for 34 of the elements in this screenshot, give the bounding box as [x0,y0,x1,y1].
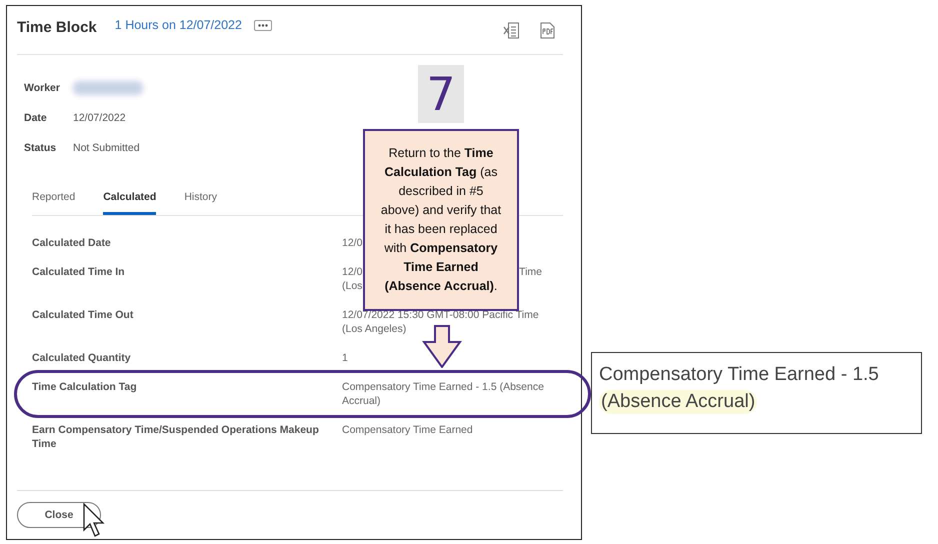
row-value: 12/0 [342,236,362,250]
row-label: Calculated Date [32,236,112,250]
row-label: Earn Compensatory Time/Suspended Operations Makeup Time [32,423,320,451]
zoomed-value: Compensatory Time Earned - 1.5 [599,364,879,386]
down-arrow-icon [422,325,462,368]
field-value: 12/07/2022 [73,112,126,124]
callout-text: Return to the Time Calculation Tag (as described in #5 above) and verify that it has been replaced with Compensatory Time Earned (Absence Accrual). [380,145,502,295]
row-value: (Los Angeles) [342,322,406,336]
row-label: Calculated Time In [32,265,126,280]
row-value: Compensatory Time Earned [342,423,473,437]
field-label: Worker [24,82,61,94]
row-value: Accrual) [342,394,381,408]
date-link[interactable]: 1 Hours on 12/07/2022 [114,18,242,32]
row-value: Compensatory Time Earned - 1.5 (Absence [342,380,544,394]
row-value: 12/0 [342,265,362,279]
row-value: Time [519,265,542,279]
row-value: 12/07/2022 15:30 GMT-08:00 Pacific Time [342,308,539,322]
row-value: (Los [342,279,362,293]
field-label: Status [24,142,58,154]
spreadsheet-icon[interactable] [503,22,519,38]
field-label: Date [24,112,48,124]
step-number: 7 [418,65,464,123]
row-label: Calculated Time Out [32,308,134,323]
row-label: Calculated Quantity [32,351,132,365]
more-icon[interactable] [254,20,272,30]
field-value: Not Submitted [73,142,140,154]
highlighted-text: (Absence Accrual) [599,390,758,414]
dialog-title: Time Block [17,18,97,36]
pdf-icon[interactable] [539,22,555,38]
tab[interactable]: Reported [32,191,76,215]
row-label: Time Calculation Tag [32,380,138,395]
tab[interactable]: Calculated [103,191,156,215]
tab[interactable]: History [184,191,217,215]
row-value: 1 [342,351,348,365]
